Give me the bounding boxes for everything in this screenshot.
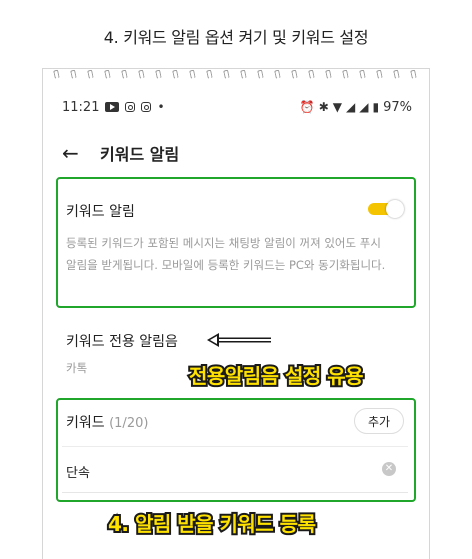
- keyword-count: (1/20): [109, 416, 149, 431]
- spiral-ring: [274, 69, 281, 79]
- spiral-ring: [308, 69, 315, 79]
- spiral-ring: [104, 69, 111, 79]
- spiral-ring: [189, 69, 196, 79]
- spiral-ring: [410, 69, 417, 79]
- status-bar: 11:21 • ⏰ ✱ ▼ ◢ ◢ ▮ 97%: [62, 98, 412, 116]
- spiral-ring: [155, 69, 162, 79]
- page-title: 4. 키워드 알림 옵션 켜기 및 키워드 설정: [103, 28, 369, 47]
- divider: [62, 492, 408, 493]
- spiral-ring: [87, 69, 94, 79]
- battery-icon: ▮: [372, 100, 380, 114]
- notification-dot: •: [157, 100, 165, 114]
- spiral-ring: [240, 69, 247, 79]
- keyword-alert-description: 등록된 키워드가 포함된 메시지는 채팅방 알림이 꺼져 있어도 푸시 알림을 …: [66, 236, 386, 272]
- annotation-sound-note: 전용알림음 설정 유용: [187, 362, 366, 390]
- app-header: ← 키워드 알림: [62, 140, 179, 166]
- youtube-icon: [105, 102, 120, 112]
- wifi-icon: ▼: [332, 100, 343, 114]
- signal-icon: ◢: [359, 100, 369, 114]
- spiral-ring: [342, 69, 349, 79]
- spiral-ring: [376, 69, 383, 79]
- status-time: 11:21: [62, 99, 100, 115]
- keyword-sound-value: 카톡: [66, 361, 88, 375]
- spiral-ring: [53, 69, 60, 79]
- spiral-ring: [257, 69, 264, 79]
- alarm-icon: ⏰: [299, 100, 315, 114]
- spiral-ring: [325, 69, 332, 79]
- keyword-list-label: 키워드 (1/20): [66, 412, 148, 432]
- spiral-ring: [393, 69, 400, 79]
- notebook-spiral: [42, 66, 428, 82]
- spiral-ring: [223, 69, 230, 79]
- spiral-ring: [70, 69, 77, 79]
- spiral-ring: [138, 69, 145, 79]
- bluetooth-icon: ✱: [318, 100, 329, 114]
- spiral-ring: [206, 69, 213, 79]
- battery-percent: 97%: [383, 99, 412, 115]
- annotation-arrow-icon: [207, 333, 271, 347]
- spiral-ring: [291, 69, 298, 79]
- signal-icon: ◢: [346, 100, 356, 114]
- back-arrow-icon[interactable]: ←: [62, 141, 90, 165]
- add-keyword-button[interactable]: 추가: [354, 408, 404, 434]
- keyword-list-title: 키워드: [66, 415, 105, 431]
- keyword-alert-label: 키워드 알림: [66, 204, 135, 220]
- spiral-ring: [359, 69, 366, 79]
- instagram-icon: [141, 102, 152, 112]
- toggle-knob: [386, 200, 404, 218]
- keyword-alert-toggle[interactable]: [368, 200, 404, 218]
- spiral-ring: [172, 69, 179, 79]
- clear-icon[interactable]: ✕: [382, 462, 396, 476]
- annotation-keyword-note: 4. 알림 받을 키워드 등록: [106, 510, 318, 538]
- spiral-ring: [121, 69, 128, 79]
- instagram-icon: [125, 102, 136, 112]
- divider: [62, 446, 408, 447]
- keyword-sound-label[interactable]: 키워드 전용 알림음: [66, 331, 178, 351]
- keyword-item: 단속: [66, 466, 90, 481]
- screen-title: 키워드 알림: [100, 145, 180, 164]
